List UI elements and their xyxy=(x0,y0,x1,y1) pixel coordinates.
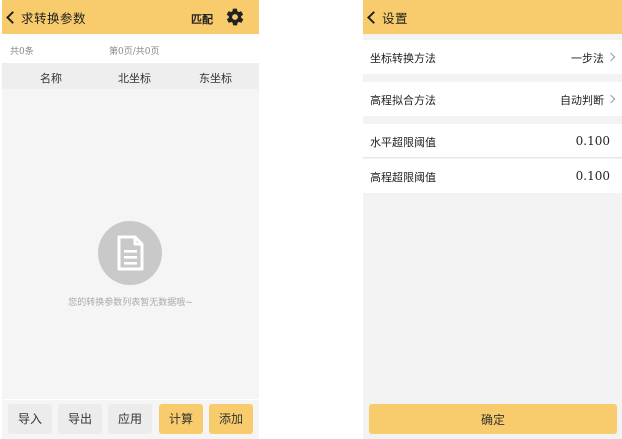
calculate-button[interactable]: 计算 xyxy=(159,404,203,434)
setting-label: 高程拟合方法 xyxy=(370,94,436,107)
setting-row-horizontal-threshold[interactable]: 水平超限阈值 0.100 xyxy=(363,124,622,158)
empty-list-area: 您的转换参数列表暂无数据哦~ xyxy=(2,89,259,399)
table-header: 名称 北坐标 东坐标 xyxy=(2,63,259,89)
settings-screen: 设置 坐标转换方法 一步法 高程拟合方法 自动判断 水平超限阈值 0.100 高… xyxy=(363,0,622,439)
header-bar: 设置 xyxy=(363,0,622,34)
document-icon xyxy=(117,235,144,271)
import-button[interactable]: 导入 xyxy=(8,404,52,434)
gear-icon[interactable] xyxy=(225,7,245,27)
empty-state-badge xyxy=(98,221,162,285)
setting-label: 高程超限阈值 xyxy=(370,171,436,184)
chevron-left-icon xyxy=(6,11,19,24)
header-bar: 求转换参数 匹配 xyxy=(2,0,259,34)
setting-label: 水平超限阈值 xyxy=(370,136,436,149)
empty-state-message: 您的转换参数列表暂无数据哦~ xyxy=(68,298,193,308)
back-button[interactable]: 设置 xyxy=(363,0,408,34)
list-meta: 共0条 第0页/共0页 xyxy=(2,40,259,60)
page-title: 设置 xyxy=(382,10,409,26)
column-east: 东坐标 xyxy=(199,72,232,85)
page-title: 求转换参数 xyxy=(21,10,87,26)
chevron-right-icon xyxy=(606,94,616,104)
export-button[interactable]: 导出 xyxy=(58,404,102,434)
setting-value: 自动判断 xyxy=(560,94,604,107)
pagination-info: 第0页/共0页 xyxy=(109,47,160,57)
setting-value: 一步法 xyxy=(571,52,604,65)
back-button[interactable]: 求转换参数 xyxy=(2,0,86,34)
add-button[interactable]: 添加 xyxy=(209,404,253,434)
setting-value: 0.100 xyxy=(575,134,610,148)
match-button[interactable]: 匹配 xyxy=(191,11,213,27)
setting-row-elevation-threshold[interactable]: 高程超限阈值 0.100 xyxy=(363,159,622,193)
chevron-right-icon xyxy=(606,52,616,62)
apply-button[interactable]: 应用 xyxy=(108,404,152,434)
setting-row-elevation-fit[interactable]: 高程拟合方法 自动判断 xyxy=(363,82,622,116)
footer-toolbar: 导入 导出 应用 计算 添加 xyxy=(2,400,259,439)
setting-value: 0.100 xyxy=(575,169,610,183)
column-name: 名称 xyxy=(40,72,62,85)
setting-row-transform-method[interactable]: 坐标转换方法 一步法 xyxy=(363,40,622,74)
confirm-button[interactable]: 确定 xyxy=(369,404,617,434)
transform-params-screen: 求转换参数 匹配 共0条 第0页/共0页 名称 北坐标 东坐标 您的转换参数列表… xyxy=(2,0,259,439)
chevron-left-icon xyxy=(367,11,380,24)
setting-label: 坐标转换方法 xyxy=(370,52,436,65)
record-count: 共0条 xyxy=(10,47,34,57)
column-north: 北坐标 xyxy=(118,72,151,85)
